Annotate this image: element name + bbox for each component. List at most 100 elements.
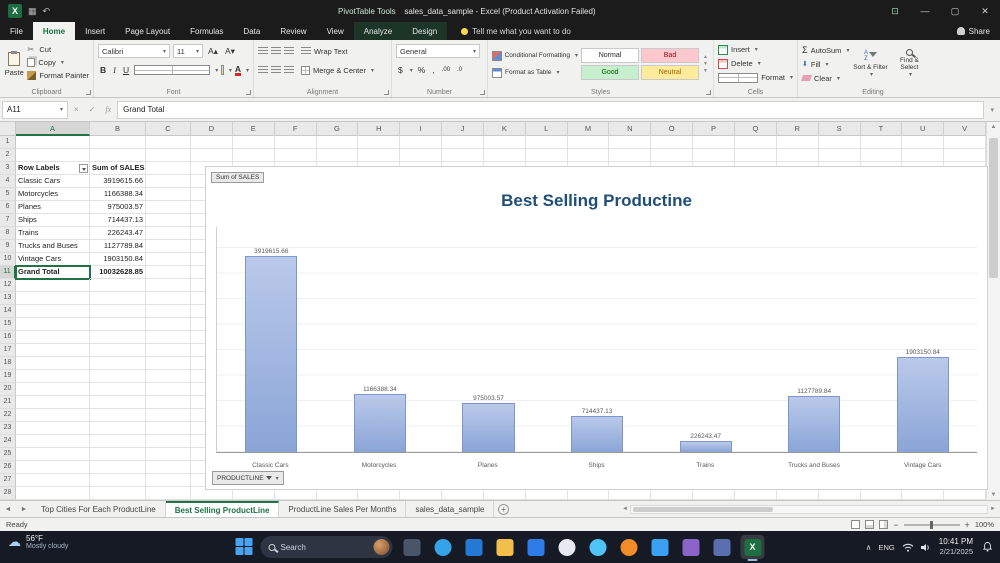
clipboard-dialog-launcher[interactable]	[86, 90, 91, 95]
cell-C20[interactable]	[146, 383, 191, 396]
cell-C25[interactable]	[146, 448, 191, 461]
cell-C14[interactable]	[146, 305, 191, 318]
font-name-select[interactable]: Calibri ▾	[98, 44, 170, 58]
cell-C2[interactable]	[146, 149, 191, 162]
cell-B2[interactable]	[90, 149, 146, 162]
font-color-icon[interactable]: A	[234, 64, 241, 76]
cell-A24[interactable]	[16, 435, 90, 448]
ribbon-tab-analyze[interactable]: Analyze	[353, 22, 403, 40]
cell-C1[interactable]	[146, 136, 191, 149]
formula-input[interactable]: Grand Total	[117, 100, 985, 119]
cell-A17[interactable]	[16, 344, 90, 357]
ribbon-tab-insert[interactable]: Insert	[75, 22, 115, 40]
cell-A10[interactable]: Vintage Cars	[16, 253, 90, 266]
cell-L2[interactable]	[525, 149, 568, 162]
cell-R1[interactable]	[776, 136, 819, 149]
cell-style-neutral[interactable]: Neutral	[641, 65, 699, 80]
decrease-decimal-button[interactable]: .0	[455, 67, 464, 73]
cell-B11[interactable]: 10032628.85	[90, 266, 146, 279]
zoom-out-icon[interactable]: −	[893, 520, 898, 530]
ribbon-tab-file[interactable]: File	[0, 22, 33, 40]
cell-F2[interactable]	[274, 149, 317, 162]
zoom-slider[interactable]	[903, 520, 960, 529]
column-header-k[interactable]: K	[483, 122, 526, 136]
align-center-icon[interactable]	[271, 66, 281, 74]
row-header-23[interactable]: 23	[0, 422, 16, 435]
cell-A25[interactable]	[16, 448, 90, 461]
cell-B6[interactable]: 975003.57	[90, 201, 146, 214]
cell-A22[interactable]	[16, 409, 90, 422]
cell-B9[interactable]: 1127789.84	[90, 240, 146, 253]
cell-A13[interactable]	[16, 292, 90, 305]
row-header-2[interactable]: 2	[0, 149, 16, 162]
chart-bar-motorcycles[interactable]	[353, 393, 406, 452]
search-input[interactable]: Search	[260, 536, 393, 558]
font-size-select[interactable]: 11 ▾	[173, 44, 203, 58]
undo-icon[interactable]: ↶	[43, 6, 51, 17]
cell-A3[interactable]: Row Labels	[16, 162, 90, 175]
cell-P1[interactable]	[693, 136, 735, 149]
cell-A21[interactable]	[16, 396, 90, 409]
find-select-button[interactable]: Find & Select ▾	[891, 43, 927, 85]
normal-view-icon[interactable]	[851, 520, 861, 529]
cell-I2[interactable]	[400, 149, 443, 162]
cell-A18[interactable]	[16, 357, 90, 370]
align-top-icon[interactable]	[258, 47, 268, 55]
insert-cells-button[interactable]: Insert ▾	[718, 43, 793, 56]
cell-style-good[interactable]: Good	[581, 65, 639, 80]
column-header-v[interactable]: V	[944, 122, 987, 136]
gallery-up-icon[interactable]: ▲	[703, 54, 708, 60]
volume-icon[interactable]	[920, 543, 932, 552]
ribbon-display-options-icon[interactable]: ⊡	[880, 0, 910, 22]
cell-C23[interactable]	[146, 422, 191, 435]
cell-C27[interactable]	[146, 474, 191, 487]
zoom-level-label[interactable]: 100%	[975, 520, 994, 529]
row-header-19[interactable]: 19	[0, 370, 16, 383]
merge-center-button[interactable]: Merge & Center ▾	[301, 64, 374, 77]
vertical-scroll-thumb[interactable]	[989, 138, 998, 278]
close-button[interactable]: ✕	[970, 0, 1000, 22]
page-layout-view-icon[interactable]	[865, 520, 875, 529]
fill-color-icon[interactable]	[221, 65, 224, 75]
cell-B27[interactable]	[90, 474, 146, 487]
row-header-21[interactable]: 21	[0, 396, 16, 409]
cell-B23[interactable]	[90, 422, 146, 435]
outlook-icon[interactable]	[462, 535, 486, 559]
cell-A26[interactable]	[16, 461, 90, 474]
cell-B17[interactable]	[90, 344, 146, 357]
scroll-up-icon[interactable]: ▲	[987, 124, 1000, 130]
notification-bell-icon[interactable]	[980, 542, 994, 552]
vscode-icon[interactable]	[648, 535, 672, 559]
cell-A20[interactable]	[16, 383, 90, 396]
row-header-8[interactable]: 8	[0, 227, 16, 240]
new-sheet-button[interactable]: +	[494, 501, 512, 517]
horizontal-scrollbar[interactable]: ◄ ►	[618, 501, 1000, 517]
alignment-dialog-launcher[interactable]	[384, 90, 389, 95]
cell-S1[interactable]	[818, 136, 861, 149]
autosum-button[interactable]: Σ AutoSum ▾	[802, 44, 849, 57]
cell-A27[interactable]	[16, 474, 90, 487]
language-indicator[interactable]: ENG	[878, 543, 894, 552]
name-box[interactable]: A11 ▾	[2, 100, 68, 119]
visual-studio-icon[interactable]	[679, 535, 703, 559]
maximize-button[interactable]: ▢	[940, 0, 970, 22]
cell-C8[interactable]	[146, 227, 191, 240]
ribbon-tab-formulas[interactable]: Formulas	[180, 22, 233, 40]
ribbon-tab-review[interactable]: Review	[270, 22, 316, 40]
cell-H2[interactable]	[358, 149, 401, 162]
cell-C9[interactable]	[146, 240, 191, 253]
sheet-nav-left-icon[interactable]: ◄	[0, 501, 16, 517]
cell-B1[interactable]	[90, 136, 146, 149]
cell-J2[interactable]	[442, 149, 484, 162]
cell-U2[interactable]	[902, 149, 945, 162]
cell-A2[interactable]	[16, 149, 90, 162]
cell-C5[interactable]	[146, 188, 191, 201]
cell-T2[interactable]	[860, 149, 903, 162]
hscroll-left-icon[interactable]: ◄	[622, 506, 628, 512]
cell-A9[interactable]: Trucks and Buses	[16, 240, 90, 253]
cell-B14[interactable]	[90, 305, 146, 318]
align-left-icon[interactable]	[258, 66, 268, 74]
cell-B22[interactable]	[90, 409, 146, 422]
cell-A11[interactable]: Grand Total	[15, 265, 91, 280]
cell-B16[interactable]	[90, 331, 146, 344]
